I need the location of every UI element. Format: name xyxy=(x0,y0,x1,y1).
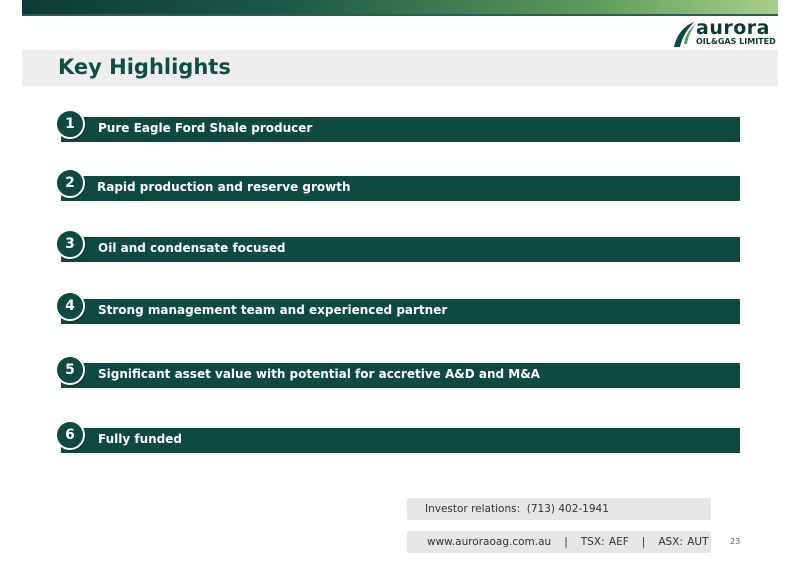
highlight-number-badge: 1 xyxy=(55,109,85,139)
highlight-text: Significant asset value with potential f… xyxy=(98,367,540,381)
highlight-number-badge: 2 xyxy=(55,168,85,198)
highlight-number-badge: 6 xyxy=(55,420,85,450)
highlight-item-4: Strong management team and experienced p… xyxy=(55,291,745,326)
highlight-text: Fully funded xyxy=(98,432,182,446)
website-tickers-text: www.auroraoag.com.au | TSX: AEF | ASX: A… xyxy=(427,536,709,548)
highlight-item-2: Rapid production and reserve growth 2 xyxy=(55,168,745,203)
highlight-text: Oil and condensate focused xyxy=(98,241,286,255)
highlight-text: Rapid production and reserve growth xyxy=(97,180,351,194)
top-gradient-bar xyxy=(22,0,778,14)
highlight-number-badge: 5 xyxy=(55,355,85,385)
highlight-number-badge: 4 xyxy=(55,291,85,321)
highlight-text: Pure Eagle Ford Shale producer xyxy=(98,121,313,135)
highlight-number-badge: 3 xyxy=(55,229,85,259)
investor-relations-box: Investor relations: (713) 402-1941 xyxy=(407,498,711,520)
top-divider-line xyxy=(22,14,778,16)
company-logo: aurora OIL&GAS LIMITED xyxy=(672,17,778,50)
investor-relations-text: Investor relations: (713) 402-1941 xyxy=(425,503,609,515)
highlight-item-1: Pure Eagle Ford Shale producer 1 xyxy=(55,109,745,144)
website-tickers-box: www.auroraoag.com.au | TSX: AEF | ASX: A… xyxy=(407,531,711,553)
highlight-text: Strong management team and experienced p… xyxy=(98,303,448,317)
aurora-swoosh-icon xyxy=(674,22,696,47)
highlight-item-6: Fully funded 6 xyxy=(55,420,745,455)
logo-tagline: OIL&GAS LIMITED xyxy=(696,37,776,46)
page-number: 23 xyxy=(730,537,741,546)
highlight-item-3: Oil and condensate focused 3 xyxy=(55,229,745,264)
logo-wordmark: aurora xyxy=(696,17,770,39)
page-title: Key Highlights xyxy=(58,55,231,79)
highlight-item-5: Significant asset value with potential f… xyxy=(55,355,745,390)
